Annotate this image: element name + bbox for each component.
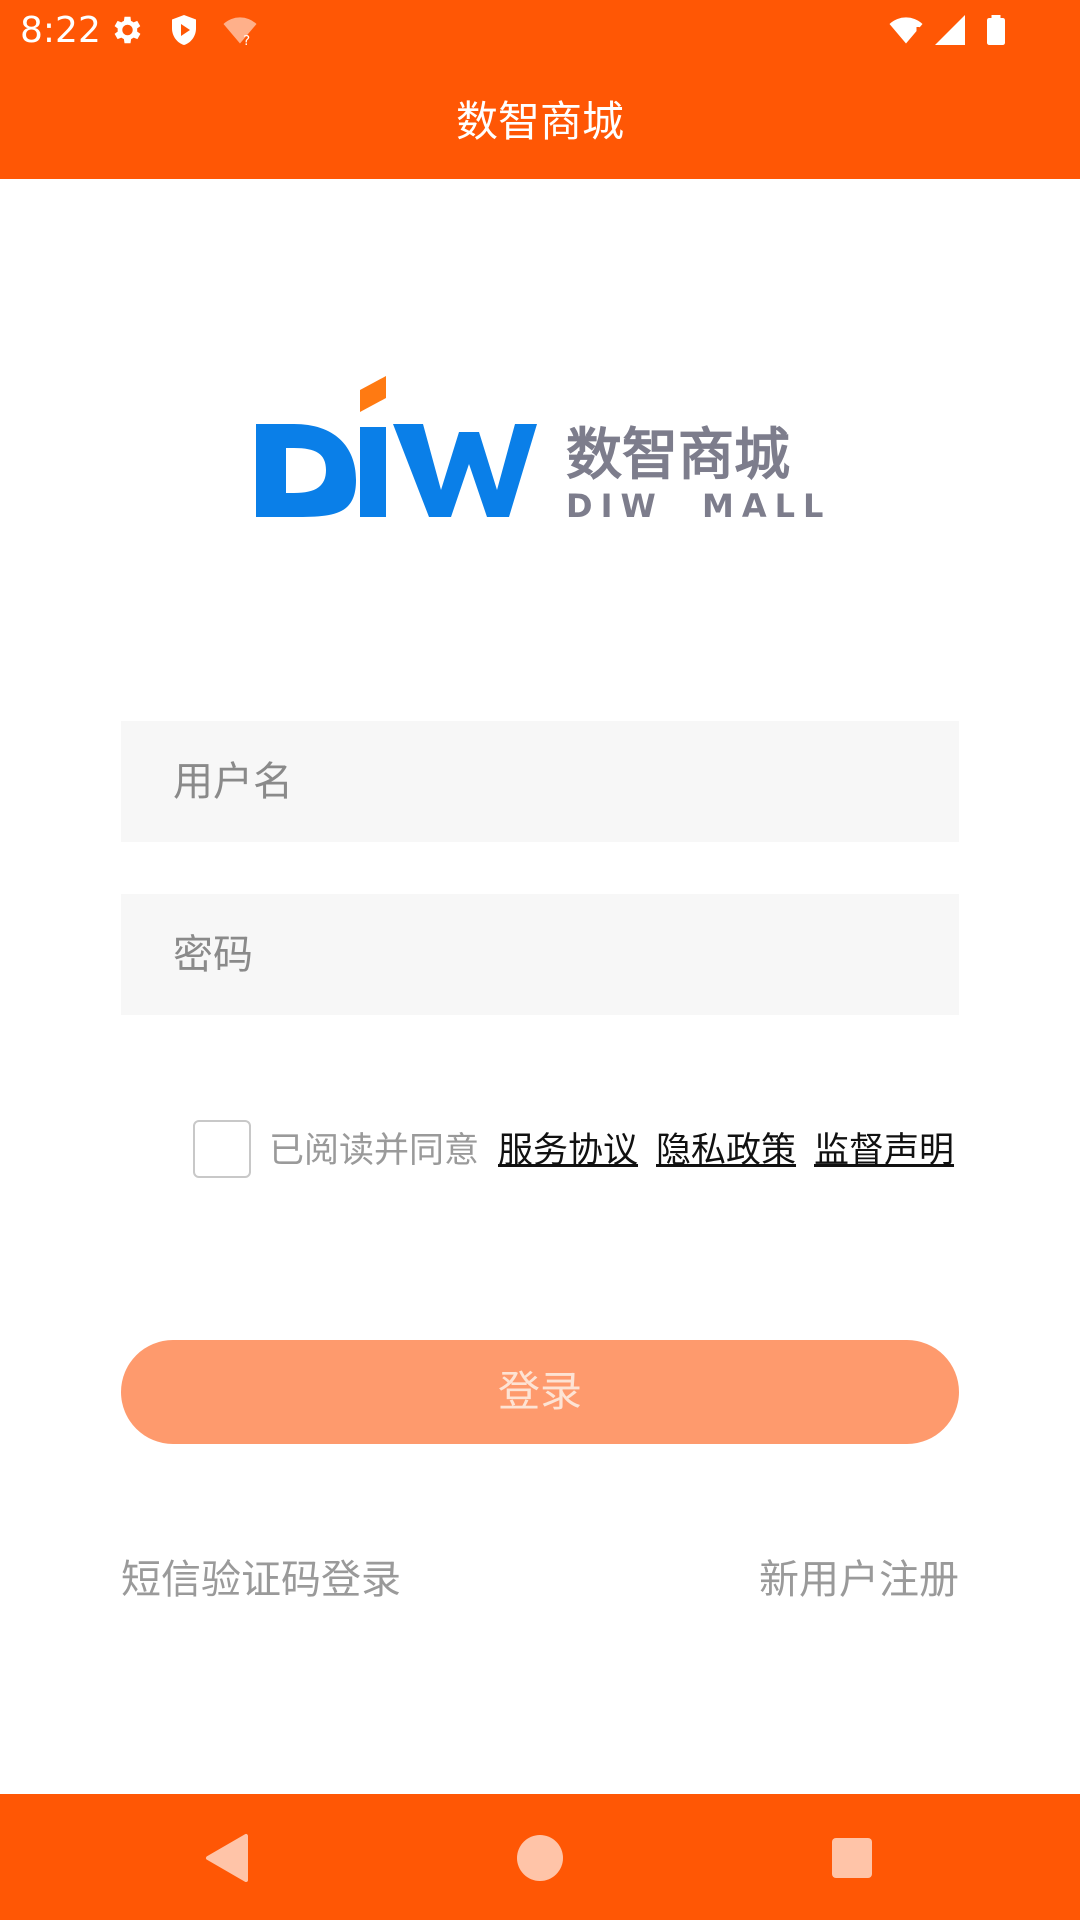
navigation-bar [0,1794,1080,1920]
service-agreement-link[interactable]: 服务协议 [498,1128,638,1174]
supervision-statement-link[interactable]: 监督声明 [814,1128,954,1174]
wifi-icon [889,17,923,44]
agreement-checkbox[interactable] [193,1120,251,1178]
password-field[interactable] [121,894,959,1015]
svg-text:?: ? [243,33,250,48]
shield-play-icon [172,15,196,45]
login-button[interactable]: 登录 [121,1340,959,1444]
username-input[interactable] [121,721,959,842]
logo-en-name: DIW MALL [566,487,830,522]
logo-cn-name: 数智商城 [566,423,790,488]
status-time: 8:22 [20,10,101,51]
gear-icon [114,16,141,44]
sms-login-link[interactable]: 短信验证码登录 [121,1555,401,1605]
page-title: 数智商城 [455,97,624,146]
register-link[interactable]: 新用户注册 [759,1555,959,1605]
status-bar: 8:22 ? [0,0,1080,64]
username-field[interactable] [121,721,959,842]
back-icon[interactable] [202,1832,254,1884]
home-icon[interactable] [514,1832,566,1884]
app-bar: 数智商城 [0,64,1080,179]
wifi-question-icon: ? [223,17,257,48]
diw-mall-logo: 数智商城 DIW MALL [256,376,830,522]
signal-icon [935,15,965,45]
password-input[interactable] [121,894,959,1015]
agreement-row: 已阅读并同意 服务协议 隐私政策 监督声明 [193,1120,973,1182]
privacy-policy-link[interactable]: 隐私政策 [656,1128,796,1174]
battery-icon [987,15,1005,45]
agreement-prefix: 已阅读并同意 [269,1131,480,1171]
recents-icon[interactable] [826,1832,878,1884]
